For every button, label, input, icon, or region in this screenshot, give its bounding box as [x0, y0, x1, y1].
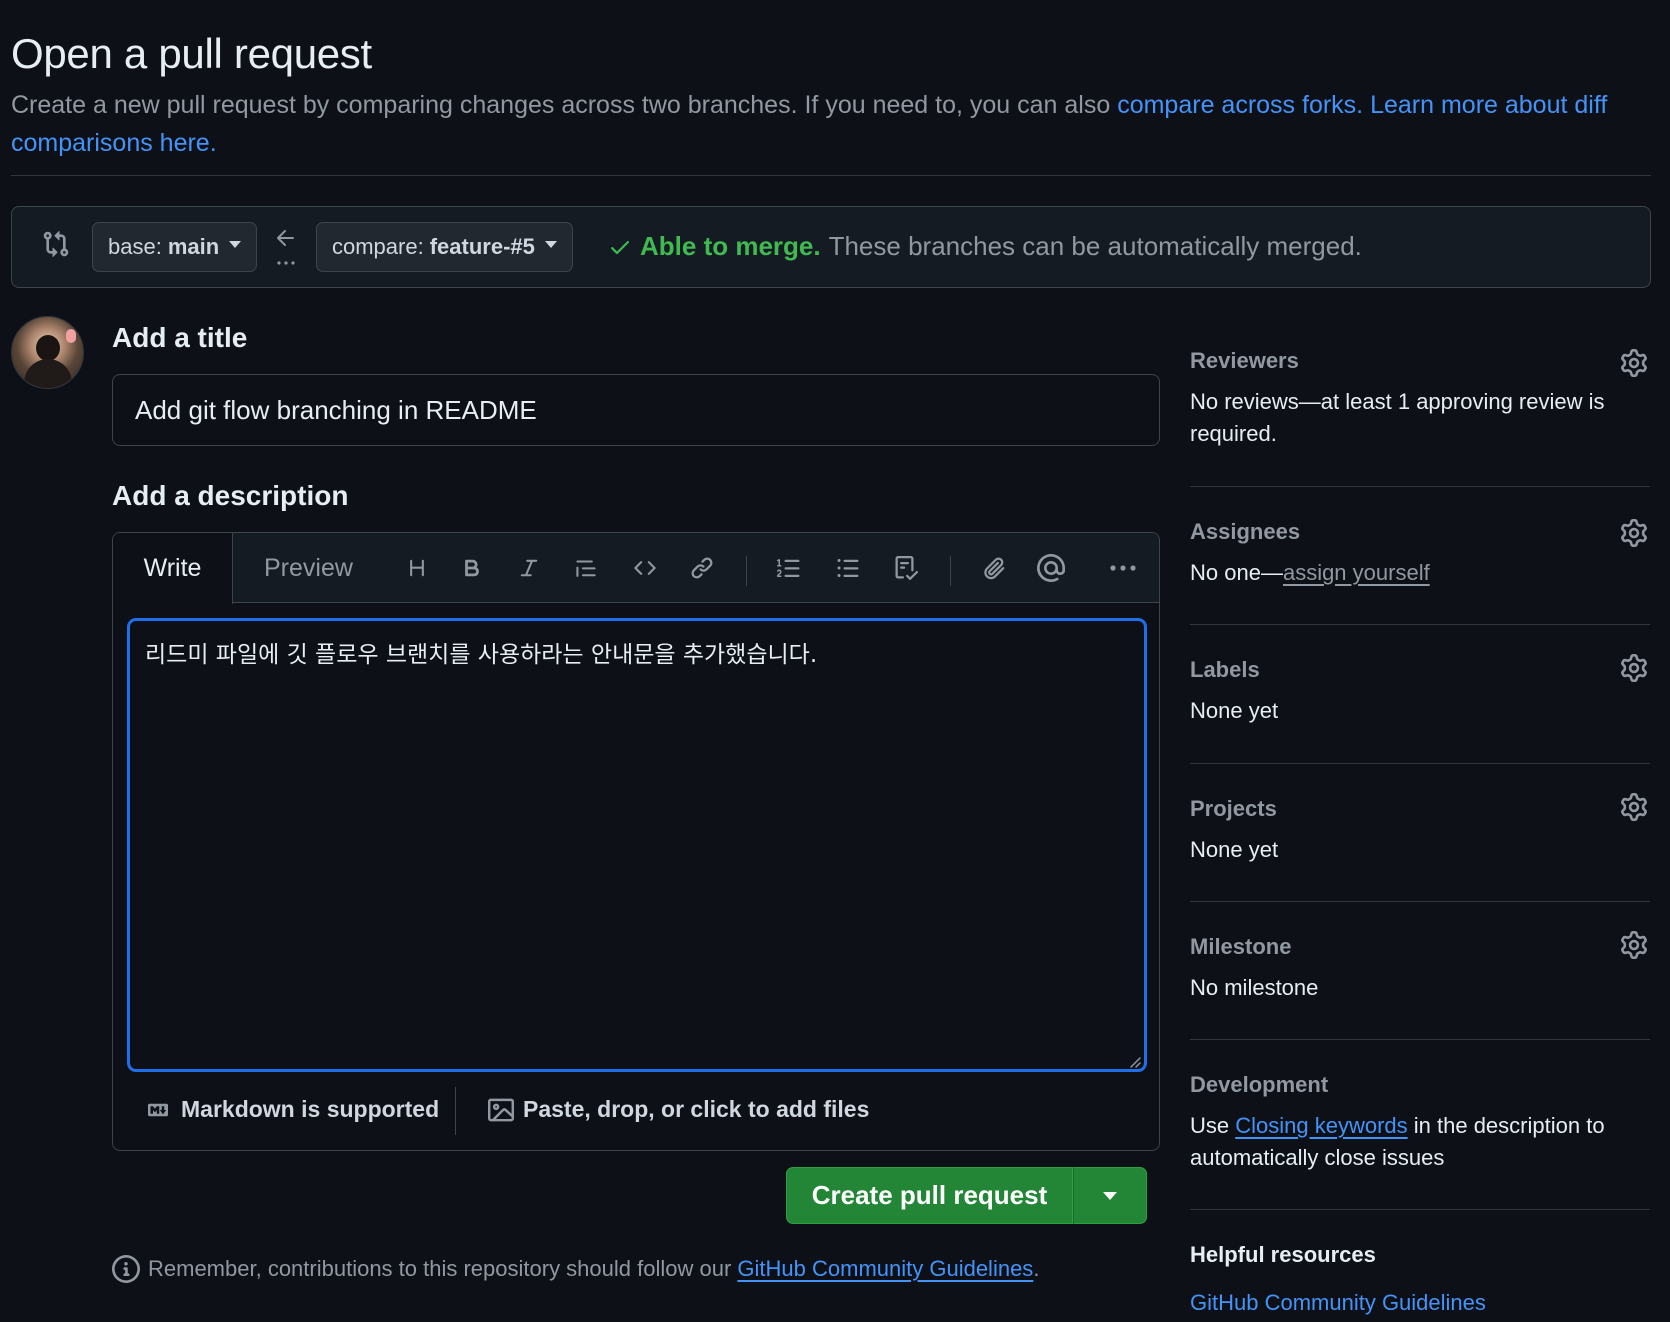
toolbar-divider — [950, 556, 951, 586]
avatar[interactable] — [11, 316, 84, 389]
base-branch-name: main — [167, 234, 220, 259]
tab-write[interactable]: Write — [113, 533, 233, 604]
development-prefix: Use — [1190, 1113, 1236, 1138]
markdown-note[interactable]: Markdown is supported — [143, 1096, 439, 1123]
base-prefix: base: — [108, 234, 162, 259]
assign-yourself-link[interactable]: assign yourself — [1283, 560, 1430, 585]
merge-ok-text: Able to merge. — [640, 231, 821, 261]
community-guidelines-link[interactable]: GitHub Community Guidelines — [737, 1256, 1033, 1281]
development-label: Development — [1190, 1072, 1329, 1097]
task-list-icon[interactable] — [888, 549, 924, 587]
description-text: Create a new pull request by comparing c… — [11, 91, 1118, 119]
markdown-icon — [143, 1100, 173, 1120]
sidebar-divider — [1190, 486, 1650, 487]
reviewers-label[interactable]: Reviewers — [1190, 348, 1650, 374]
guidelines-note: Remember, contributions to this reposito… — [112, 1255, 1039, 1283]
create-options-dropdown[interactable] — [1073, 1167, 1147, 1224]
gear-icon[interactable] — [1620, 793, 1648, 821]
helpful-resources-heading: Helpful resources — [1190, 1242, 1376, 1267]
sidebar-labels: Labels None yet — [1190, 657, 1650, 727]
footer-divider — [455, 1087, 456, 1135]
sidebar-divider — [1190, 901, 1650, 902]
helpful-guidelines-link[interactable]: GitHub Community Guidelines — [1190, 1290, 1486, 1316]
resize-handle-icon[interactable] — [1128, 1055, 1142, 1069]
closing-keywords-link[interactable]: Closing keywords — [1235, 1113, 1407, 1138]
merge-status: Able to merge. These branches can be aut… — [608, 231, 1362, 262]
chevron-down-icon — [229, 240, 242, 248]
info-icon — [112, 1255, 140, 1283]
ordered-list-icon[interactable] — [771, 549, 807, 587]
sidebar-divider — [1190, 1039, 1650, 1040]
sidebar-development: Development Use Closing keywords in the … — [1190, 1072, 1650, 1174]
toolbar-divider — [746, 556, 747, 586]
italic-icon[interactable] — [511, 549, 547, 587]
description-heading: Add a description — [112, 480, 349, 511]
compare-prefix: compare: — [332, 234, 424, 259]
title-heading: Add a title — [112, 322, 248, 353]
divider — [11, 175, 1651, 176]
chevron-down-icon — [544, 240, 557, 248]
create-pull-request-button[interactable]: Create pull request — [786, 1167, 1073, 1224]
arrow-left-icon — [275, 226, 297, 268]
link-icon[interactable] — [684, 549, 720, 587]
sidebar-milestone: Milestone No milestone — [1190, 934, 1650, 1004]
sidebar-projects: Projects None yet — [1190, 796, 1650, 866]
compare-forks-link[interactable]: compare across forks. — [1117, 91, 1363, 119]
bold-icon[interactable] — [454, 549, 490, 587]
compare-branch-selector[interactable]: compare: feature-#5 — [316, 222, 573, 272]
guidelines-note-text: Remember, contributions to this reposito… — [148, 1256, 738, 1281]
unordered-list-icon[interactable] — [830, 549, 866, 587]
mention-icon[interactable] — [1033, 549, 1069, 587]
guidelines-note-suffix: . — [1033, 1256, 1040, 1281]
tab-preview[interactable]: Preview — [248, 533, 369, 603]
milestone-label[interactable]: Milestone — [1190, 934, 1650, 960]
git-compare-icon — [42, 230, 70, 258]
add-files-button[interactable]: Paste, drop, or click to add files — [487, 1096, 869, 1123]
sidebar-assignees: Assignees No one—assign yourself — [1190, 519, 1650, 589]
gear-icon[interactable] — [1620, 654, 1648, 682]
assignees-label[interactable]: Assignees — [1190, 519, 1650, 545]
sidebar-divider — [1190, 624, 1650, 625]
sidebar-divider — [1190, 1209, 1650, 1210]
more-icon[interactable] — [1105, 549, 1141, 587]
markdown-note-text: Markdown is supported — [181, 1096, 440, 1122]
gear-icon[interactable] — [1620, 349, 1648, 377]
sidebar-divider — [1190, 763, 1650, 764]
development-value: Use Closing keywords in the description … — [1190, 1110, 1650, 1174]
labels-label[interactable]: Labels — [1190, 657, 1650, 683]
page-description: Create a new pull request by comparing c… — [11, 86, 1651, 162]
milestone-value: No milestone — [1190, 975, 1319, 1000]
description-textarea[interactable]: 리드미 파일에 깃 플로우 브랜치를 사용하라는 안내문을 추가했습니다. — [127, 618, 1147, 1072]
code-icon[interactable] — [627, 549, 663, 587]
compare-branch-name: feature-#5 — [429, 234, 535, 259]
gear-icon[interactable] — [1620, 931, 1648, 959]
projects-value: None yet — [1190, 837, 1279, 862]
paperclip-icon[interactable] — [976, 549, 1012, 587]
assignees-value-text: No one— — [1190, 560, 1283, 585]
base-branch-selector[interactable]: base: main — [92, 222, 258, 272]
quote-icon[interactable] — [568, 549, 604, 587]
sidebar-reviewers: Reviewers No reviews—at least 1 approvin… — [1190, 348, 1650, 450]
projects-label[interactable]: Projects — [1190, 796, 1650, 822]
assignees-value: No one—assign yourself — [1190, 557, 1650, 589]
image-icon — [487, 1097, 515, 1123]
labels-value: None yet — [1190, 698, 1279, 723]
chevron-down-icon — [1103, 1191, 1117, 1200]
reviewers-value: No reviews—at least 1 approving review i… — [1190, 389, 1605, 446]
gear-icon[interactable] — [1620, 519, 1648, 547]
title-input[interactable] — [112, 374, 1160, 446]
check-icon — [608, 235, 632, 259]
heading-icon[interactable] — [399, 549, 435, 587]
merge-message: These branches can be automatically merg… — [828, 231, 1362, 261]
page-title: Open a pull request — [11, 30, 372, 77]
add-files-text: Paste, drop, or click to add files — [523, 1096, 870, 1122]
